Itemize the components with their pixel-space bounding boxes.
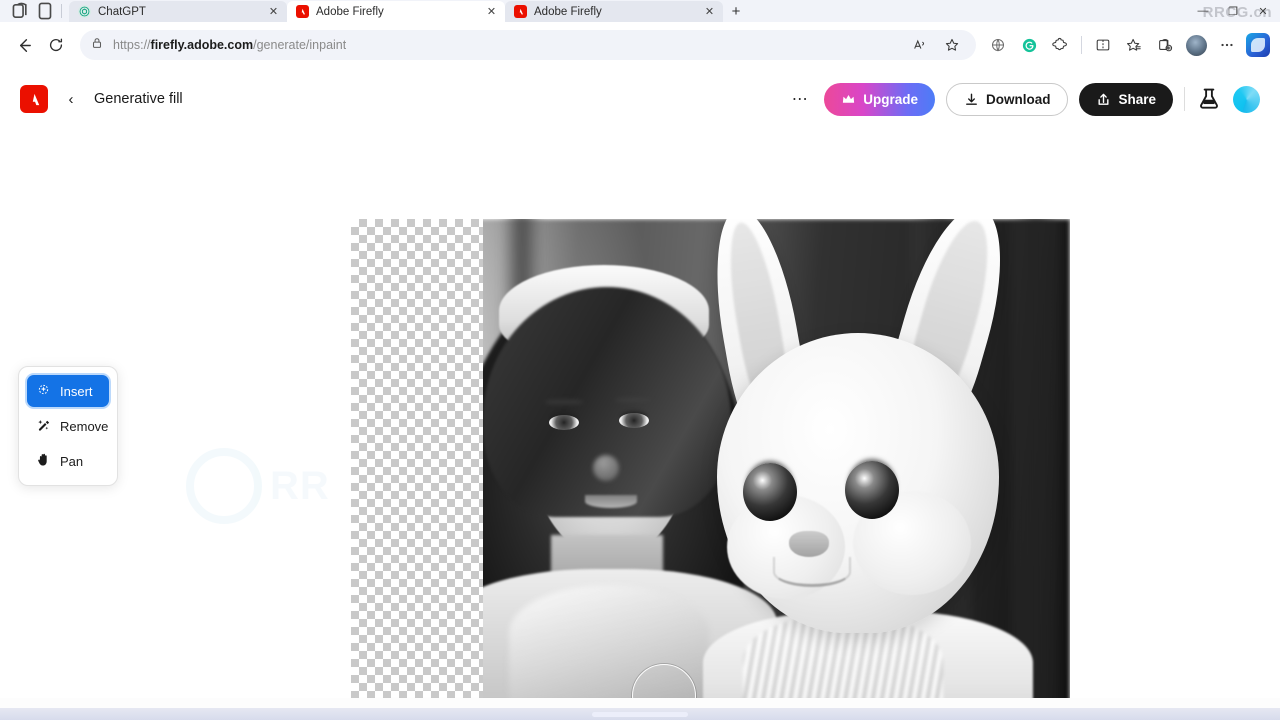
download-label: Download <box>985 91 1051 107</box>
girl-nose <box>593 455 619 481</box>
tab-close-button[interactable]: ✕ <box>485 5 498 18</box>
image-canvas[interactable] <box>351 219 1070 720</box>
adobe-icon <box>514 5 527 18</box>
upgrade-label: Upgrade <box>863 91 918 107</box>
tool-label: Pan <box>60 453 84 469</box>
bunny-nose <box>789 531 829 557</box>
bunny-eye <box>743 463 797 521</box>
globe-icon[interactable] <box>984 31 1012 59</box>
url-domain: firefly.adobe.com <box>150 38 254 52</box>
tool-remove[interactable]: Remove <box>27 410 109 442</box>
browser-toolbar-actions <box>984 31 1272 59</box>
firefly-header-actions: ⋯ Upgrade Download Share <box>787 82 1260 116</box>
tab-split-icon[interactable] <box>34 1 56 21</box>
adobe-logo[interactable] <box>20 85 48 113</box>
watermark-faint-ring <box>186 448 262 524</box>
collections-add-icon[interactable] <box>1151 31 1179 59</box>
download-button[interactable]: Download <box>945 82 1069 116</box>
address-bar[interactable]: https://firefly.adobe.com/generate/inpai… <box>80 30 976 60</box>
transparent-region-checkerboard <box>351 219 483 720</box>
tool-label: Insert <box>60 383 93 399</box>
lock-icon <box>90 36 104 55</box>
close-window-button[interactable]: ✕ <box>1248 1 1278 21</box>
browser-tabstrip: ChatGPT ✕ Adobe Firefly ✕ Adobe Firefly … <box>0 0 1280 22</box>
url-path: /generate/inpaint <box>253 38 347 52</box>
favorite-star-icon[interactable] <box>938 31 966 59</box>
tab-title: ChatGPT <box>98 5 146 18</box>
toolbar-divider <box>1081 36 1082 54</box>
girl-eyebrow <box>615 397 653 403</box>
browser-navbar: https://firefly.adobe.com/generate/inpai… <box>0 22 1280 68</box>
firefly-header: ‹ Generative fill ⋯ Upgrade Download Sha… <box>0 68 1280 130</box>
editor-stage: RR Insert Remove Pan <box>0 130 1280 720</box>
girl-eye <box>619 413 649 428</box>
tab-close-button[interactable]: ✕ <box>703 5 716 18</box>
refresh-button[interactable] <box>40 29 72 61</box>
bunny-mouth <box>773 557 851 587</box>
user-avatar[interactable] <box>1233 85 1260 113</box>
watermark-faint-text: RR <box>270 463 330 508</box>
back-chevron-icon[interactable]: ‹ <box>58 86 84 112</box>
minimize-button[interactable]: — <box>1188 1 1218 21</box>
tab-title: Adobe Firefly <box>534 5 602 18</box>
split-screen-icon[interactable] <box>1089 31 1117 59</box>
copilot-glyph <box>1246 33 1270 57</box>
tool-insert[interactable]: Insert <box>27 375 109 407</box>
tabstrip-left-icons <box>6 0 69 22</box>
new-tab-button[interactable]: + <box>723 1 749 22</box>
copilot-icon[interactable] <box>1244 31 1272 59</box>
browser-tab-adobe-firefly-2[interactable]: Adobe Firefly ✕ <box>505 1 723 22</box>
browser-tab-adobe-firefly-1[interactable]: Adobe Firefly ✕ <box>287 1 505 22</box>
tabstrip-divider <box>61 4 62 18</box>
girl-mouth <box>585 495 637 508</box>
hand-icon <box>36 452 51 470</box>
address-bar-actions <box>906 31 966 59</box>
back-button[interactable] <box>8 29 40 61</box>
app-bottom-strip <box>0 698 1280 708</box>
share-icon <box>1098 93 1109 105</box>
window-controls: — ❐ ✕ <box>1188 0 1278 22</box>
upgrade-button[interactable]: Upgrade <box>824 82 935 116</box>
share-button[interactable]: Share <box>1079 82 1173 116</box>
browser-settings-more-icon[interactable] <box>1213 31 1241 59</box>
browser-tab-chatgpt[interactable]: ChatGPT ✕ <box>69 1 287 22</box>
girl-eye <box>549 415 579 430</box>
avatar <box>1185 34 1207 56</box>
url-protocol: https:// <box>113 38 151 52</box>
windows-taskbar[interactable] <box>0 708 1280 720</box>
page-title: Generative fill <box>94 91 183 107</box>
maximize-button[interactable]: ❐ <box>1218 1 1248 21</box>
tool-label: Remove <box>60 418 109 434</box>
header-divider <box>1184 87 1185 111</box>
beaker-icon[interactable] <box>1196 86 1222 112</box>
share-label: Share <box>1118 91 1156 107</box>
grammarly-icon[interactable] <box>1015 31 1043 59</box>
tool-pan[interactable]: Pan <box>27 445 109 477</box>
extensions-icon[interactable] <box>1046 31 1074 59</box>
app-root: ChatGPT ✕ Adobe Firefly ✕ Adobe Firefly … <box>0 0 1280 720</box>
crown-icon <box>843 94 855 103</box>
tab-title: Adobe Firefly <box>316 5 384 18</box>
browser-profile-avatar[interactable] <box>1182 31 1210 59</box>
sparkle-brush-icon <box>36 382 51 400</box>
chatgpt-icon <box>78 5 91 18</box>
magic-eraser-icon <box>36 417 51 435</box>
bunny-eye <box>845 461 899 519</box>
bunny-subject <box>701 219 1063 720</box>
header-more-icon[interactable]: ⋯ <box>787 86 813 112</box>
adobe-icon <box>296 5 309 18</box>
favorites-icon[interactable] <box>1120 31 1148 59</box>
read-aloud-icon[interactable] <box>906 31 934 59</box>
download-icon <box>966 93 977 105</box>
girl-eyebrow <box>545 399 583 405</box>
url-text: https://firefly.adobe.com/generate/inpai… <box>113 38 346 52</box>
tab-collections-icon[interactable] <box>10 1 32 21</box>
tool-panel: Insert Remove Pan <box>18 366 118 486</box>
firefly-app: ‹ Generative fill ⋯ Upgrade Download Sha… <box>0 68 1280 720</box>
tab-close-button[interactable]: ✕ <box>267 5 280 18</box>
